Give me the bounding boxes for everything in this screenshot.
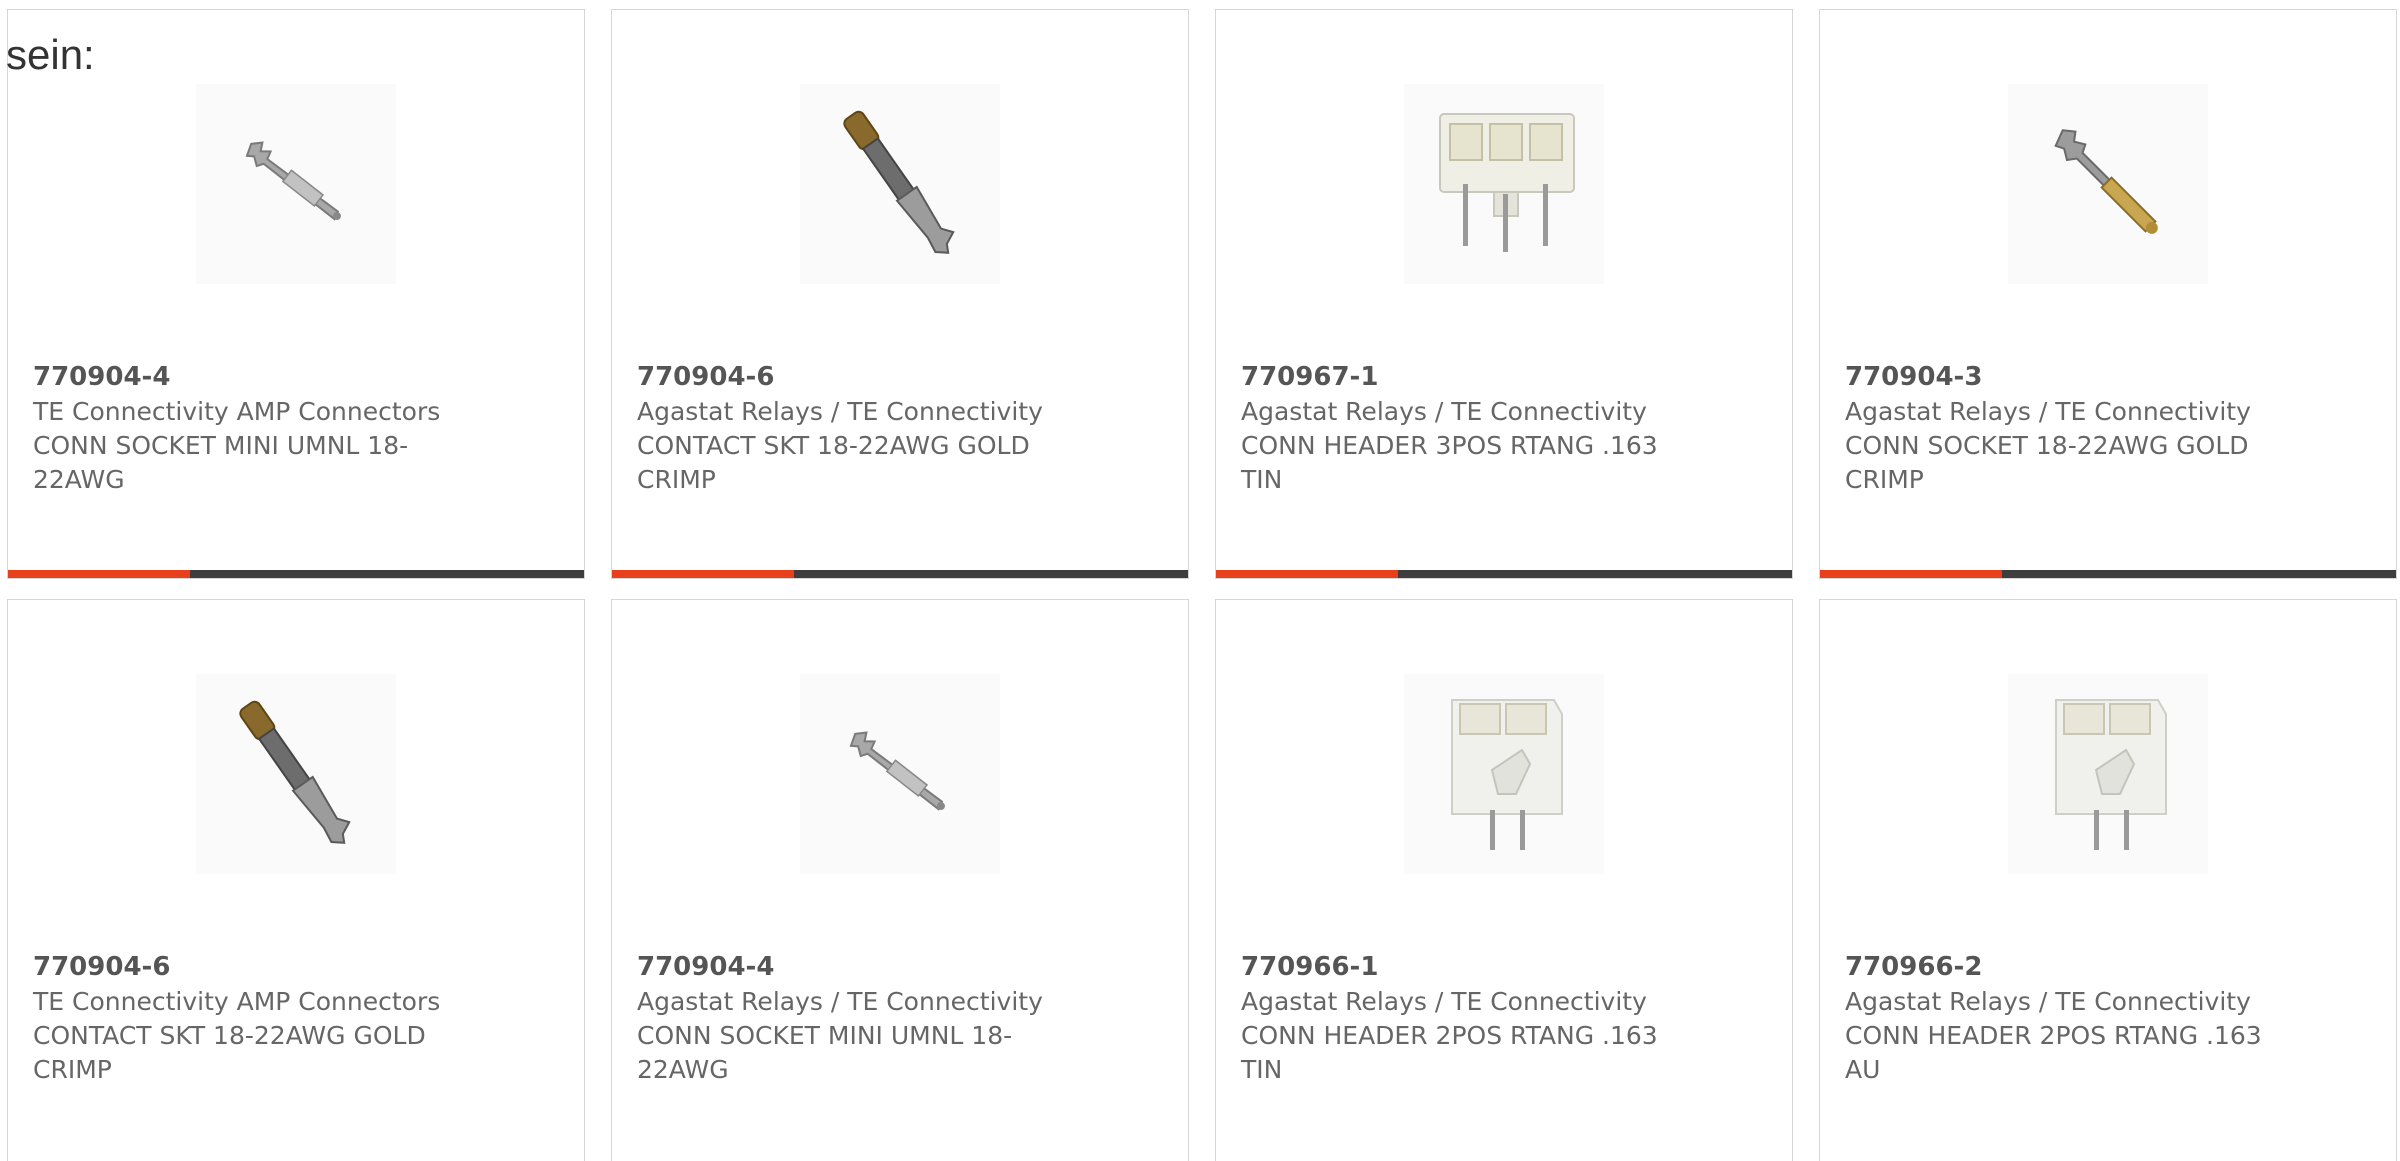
progress-bar bbox=[612, 570, 1188, 578]
part-number[interactable]: 770966-1 bbox=[1241, 950, 1378, 984]
product-description: Agastat Relays / TE Connectivity CONN SO… bbox=[1845, 395, 2265, 497]
product-description: Agastat Relays / TE Connectivity CONN HE… bbox=[1241, 985, 1661, 1087]
product-card[interactable]: 770904-4 TE Connectivity AMP Connectors … bbox=[7, 9, 585, 579]
description: CONN HEADER 3POS RTANG .163 TIN bbox=[1241, 431, 1658, 494]
2pos-header-icon bbox=[2008, 674, 2208, 874]
product-card[interactable]: 770967-1 Agastat Relays / TE Connectivit… bbox=[1215, 9, 1793, 579]
part-number[interactable]: 770904-6 bbox=[33, 950, 170, 984]
silver-crimp-contact-icon bbox=[800, 674, 1000, 874]
gold-crimp-contact-icon bbox=[196, 674, 396, 874]
progress-bar bbox=[1820, 570, 2396, 578]
product-description: Agastat Relays / TE Connectivity CONTACT… bbox=[637, 395, 1057, 497]
product-image[interactable] bbox=[1216, 664, 1792, 884]
2pos-header-icon bbox=[1404, 674, 1604, 874]
product-description: Agastat Relays / TE Connectivity CONN HE… bbox=[1241, 395, 1661, 497]
product-image[interactable] bbox=[1820, 74, 2396, 294]
product-description: TE Connectivity AMP Connectors CONTACT S… bbox=[33, 985, 453, 1087]
part-number[interactable]: 770904-4 bbox=[33, 360, 170, 394]
part-number[interactable]: 770904-6 bbox=[637, 360, 774, 394]
product-card[interactable]: 770904-4 Agastat Relays / TE Connectivit… bbox=[611, 599, 1189, 1161]
progress-accent bbox=[1820, 570, 2002, 578]
part-number[interactable]: 770904-3 bbox=[1845, 360, 1982, 394]
product-image[interactable] bbox=[612, 74, 1188, 294]
3pos-header-icon bbox=[1404, 84, 1604, 284]
manufacturer: TE Connectivity AMP Connectors bbox=[33, 987, 441, 1016]
progress-accent bbox=[612, 570, 794, 578]
product-image[interactable] bbox=[1820, 664, 2396, 884]
manufacturer: Agastat Relays / TE Connectivity bbox=[1241, 987, 1647, 1016]
description: CONN HEADER 2POS RTANG .163 AU bbox=[1845, 1021, 2262, 1084]
description: CONN SOCKET MINI UMNL 18- 22AWG bbox=[33, 431, 409, 494]
product-card[interactable]: 770966-1 Agastat Relays / TE Connectivit… bbox=[1215, 599, 1793, 1161]
manufacturer: Agastat Relays / TE Connectivity bbox=[1241, 397, 1647, 426]
description: CONTACT SKT 18-22AWG GOLD CRIMP bbox=[637, 431, 1030, 494]
manufacturer: Agastat Relays / TE Connectivity bbox=[1845, 987, 2251, 1016]
description: CONN HEADER 2POS RTANG .163 TIN bbox=[1241, 1021, 1658, 1084]
product-card[interactable]: 770904-6 TE Connectivity AMP Connectors … bbox=[7, 599, 585, 1161]
product-image[interactable] bbox=[612, 664, 1188, 884]
silver-crimp-contact-icon bbox=[196, 84, 396, 284]
progress-accent bbox=[1216, 570, 1398, 578]
progress-bar bbox=[8, 570, 584, 578]
description: CONN SOCKET 18-22AWG GOLD CRIMP bbox=[1845, 431, 2249, 494]
product-card[interactable]: 770904-3 Agastat Relays / TE Connectivit… bbox=[1819, 9, 2397, 579]
description: CONN SOCKET MINI UMNL 18- 22AWG bbox=[637, 1021, 1013, 1084]
progress-accent bbox=[8, 570, 190, 578]
product-image[interactable] bbox=[8, 74, 584, 294]
product-card[interactable]: 770904-6 Agastat Relays / TE Connectivit… bbox=[611, 9, 1189, 579]
product-description: Agastat Relays / TE Connectivity CONN HE… bbox=[1845, 985, 2265, 1087]
manufacturer: Agastat Relays / TE Connectivity bbox=[637, 397, 1043, 426]
product-card[interactable]: 770966-2 Agastat Relays / TE Connectivit… bbox=[1819, 599, 2397, 1161]
product-image[interactable] bbox=[8, 664, 584, 884]
description: CONTACT SKT 18-22AWG GOLD CRIMP bbox=[33, 1021, 426, 1084]
product-image[interactable] bbox=[1216, 74, 1792, 294]
product-grid-page: sein: 770904-4 TE Connectivity AMP Conne… bbox=[0, 0, 2400, 1161]
part-number[interactable]: 770967-1 bbox=[1241, 360, 1378, 394]
manufacturer: TE Connectivity AMP Connectors bbox=[33, 397, 441, 426]
part-number[interactable]: 770904-4 bbox=[637, 950, 774, 984]
progress-bar bbox=[1216, 570, 1792, 578]
gold-crimp-contact-icon bbox=[800, 84, 1000, 284]
part-number[interactable]: 770966-2 bbox=[1845, 950, 1982, 984]
manufacturer: Agastat Relays / TE Connectivity bbox=[1845, 397, 2251, 426]
intro-text: sein: bbox=[6, 31, 95, 78]
product-description: Agastat Relays / TE Connectivity CONN SO… bbox=[637, 985, 1057, 1087]
manufacturer: Agastat Relays / TE Connectivity bbox=[637, 987, 1043, 1016]
product-description: TE Connectivity AMP Connectors CONN SOCK… bbox=[33, 395, 453, 497]
gold-pin-contact-icon bbox=[2008, 84, 2208, 284]
